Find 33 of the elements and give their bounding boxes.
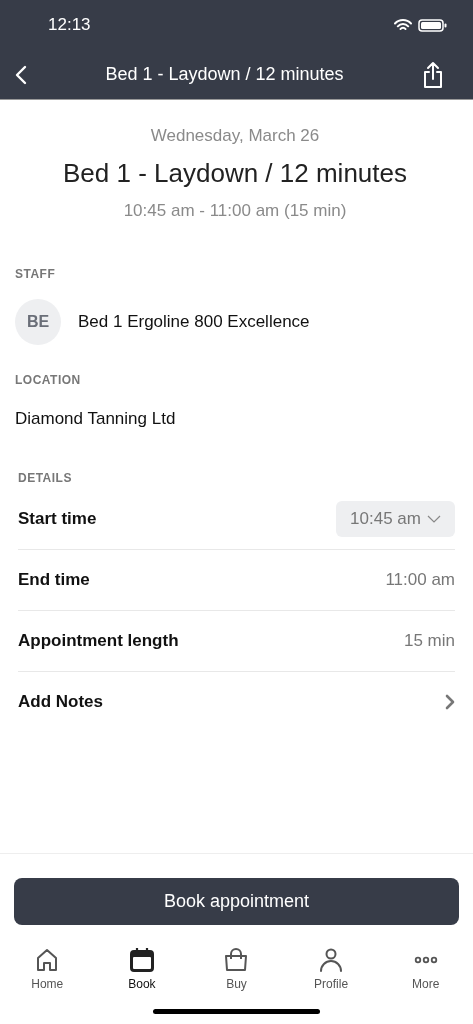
calendar-icon (128, 947, 155, 973)
detail-value: 15 min (403, 631, 455, 651)
staff-name: Bed 1 Ergoline 800 Excellence (78, 312, 310, 332)
battery-icon (418, 18, 447, 32)
detail-label: End time (18, 570, 90, 590)
chevron-down-icon (427, 515, 441, 523)
tab-bar-item[interactable]: Buy (206, 947, 267, 991)
back-icon[interactable] (15, 64, 27, 85)
section-heading: DETAILS (18, 471, 72, 485)
time-dropdown[interactable]: 10:45 am (336, 501, 455, 537)
status-time: 12:13 (48, 15, 91, 35)
shopping-bag-icon (223, 947, 250, 973)
chevron-right-icon[interactable] (445, 694, 455, 710)
section-heading: LOCATION (15, 373, 81, 387)
person-icon (318, 947, 345, 973)
tab-bar-item[interactable]: Profile (301, 947, 362, 991)
staff-avatar: BE (15, 299, 61, 345)
detail-label: Add Notes (18, 692, 103, 712)
book-appointment-button[interactable]: Book appointment (14, 878, 459, 925)
detail-label: Start time (18, 509, 97, 529)
detail-label: Appointment length (18, 631, 179, 651)
tab-bar-item[interactable]: Home (17, 947, 78, 991)
time-range: 10:45 am - 11:00 am (15 min) (123, 201, 347, 221)
location-name: Diamond Tanning Ltd (15, 409, 176, 429)
section-heading: STAFF (15, 267, 56, 281)
appointment-title: Bed 1 - Laydown / 12 minutes (63, 158, 407, 189)
wifi-icon (394, 18, 412, 32)
appointment-date: Wednesday, March 26 (150, 126, 320, 146)
detail-value: 11:00 am (385, 570, 455, 590)
tab-bar-item[interactable]: Book (111, 947, 172, 991)
tab-bar-item[interactable]: More (395, 947, 456, 991)
share-icon[interactable] (422, 60, 444, 89)
nav-title: Bed 1 - Laydown / 12 minutes (105, 64, 344, 85)
